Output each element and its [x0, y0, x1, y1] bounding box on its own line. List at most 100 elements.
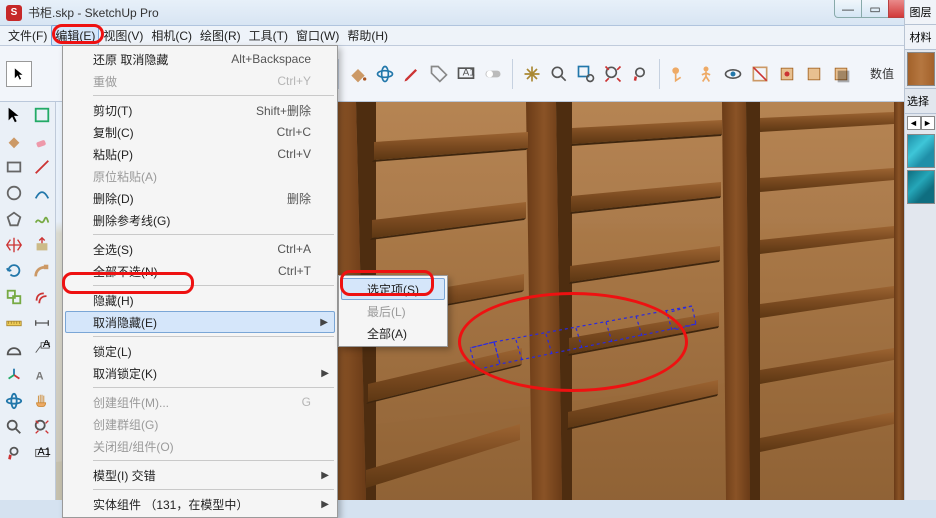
- vcb-label: 数值: [870, 65, 894, 82]
- submenu-arrow-icon: ▶: [320, 317, 328, 328]
- text-box-icon[interactable]: A1: [454, 62, 478, 86]
- submenu-all[interactable]: 全部(A): [341, 322, 445, 344]
- menu-paste[interactable]: 粘贴(P)Ctrl+V: [65, 143, 335, 165]
- previous-icon[interactable]: [628, 62, 652, 86]
- menu-delete[interactable]: 删除(D)删除: [65, 187, 335, 209]
- look-around-icon[interactable]: [721, 62, 745, 86]
- text-icon[interactable]: A1: [28, 336, 56, 362]
- layers-panel-tab[interactable]: 图层: [905, 0, 936, 25]
- menu-copy[interactable]: 复制(C)Ctrl+C: [65, 121, 335, 143]
- line-icon[interactable]: [28, 154, 56, 180]
- svg-text:A1: A1: [463, 67, 476, 78]
- menu-draw[interactable]: 绘图(R): [196, 25, 245, 46]
- move-icon[interactable]: [0, 232, 28, 258]
- freehand-icon[interactable]: [28, 206, 56, 232]
- orbit-icon[interactable]: [373, 62, 397, 86]
- minimize-button[interactable]: —: [834, 0, 862, 18]
- menu-camera[interactable]: 相机(C): [147, 25, 196, 46]
- position-camera-icon[interactable]: [667, 62, 691, 86]
- menu-entity-component[interactable]: 实体组件 （131，在模型中）▶: [65, 493, 335, 515]
- followme-icon[interactable]: [28, 258, 56, 284]
- zoom-window-icon[interactable]: [574, 62, 598, 86]
- material-swatch-wood[interactable]: [907, 52, 935, 86]
- label-icon[interactable]: A1: [28, 440, 56, 466]
- menu-cut[interactable]: 剪切(T)Shift+删除: [65, 99, 335, 121]
- menu-redo[interactable]: 重做Ctrl+Y: [65, 70, 335, 92]
- zoom-extents2-icon[interactable]: [28, 414, 56, 440]
- left-toolbar: A1 A A1: [0, 102, 56, 500]
- nav-fwd-button[interactable]: ►: [921, 116, 935, 130]
- prev-view-icon[interactable]: [0, 440, 28, 466]
- select-section-label: 选择: [905, 88, 936, 114]
- nav-back-button[interactable]: ◄: [907, 116, 921, 130]
- submenu-selected[interactable]: 选定项(S): [341, 278, 445, 300]
- pan2-icon[interactable]: [28, 388, 56, 414]
- menu-make-group[interactable]: 创建群组(G): [65, 413, 335, 435]
- svg-text:A1: A1: [43, 340, 51, 350]
- app-icon: S: [6, 5, 22, 21]
- toggle-icon[interactable]: [481, 62, 505, 86]
- menu-lock[interactable]: 锁定(L): [65, 340, 335, 362]
- menu-select-none[interactable]: 全部不选(N)Ctrl+T: [65, 260, 335, 282]
- pushpull-icon[interactable]: [28, 232, 56, 258]
- pencil-icon[interactable]: [400, 62, 424, 86]
- menu-delete-guides[interactable]: 删除参考线(G): [65, 209, 335, 231]
- rotate-icon[interactable]: [0, 258, 28, 284]
- material-swatch-water2[interactable]: [907, 170, 935, 204]
- menu-help[interactable]: 帮助(H): [343, 25, 392, 46]
- maximize-button[interactable]: ▭: [861, 0, 889, 18]
- window-title: 书柜.skp - SketchUp Pro: [28, 4, 159, 21]
- menu-edit[interactable]: 编辑(E): [51, 25, 99, 46]
- edit-menu-dropdown: 还原 取消隐藏Alt+Backspace 重做Ctrl+Y 剪切(T)Shift…: [62, 45, 338, 518]
- menu-hide[interactable]: 隐藏(H): [65, 289, 335, 311]
- right-panels: 图层 材料 选择 ◄ ►: [904, 0, 936, 500]
- menu-make-component[interactable]: 创建组件(M)...G: [65, 391, 335, 413]
- zoom-extents-icon[interactable]: [601, 62, 625, 86]
- make-component-icon[interactable]: [28, 102, 56, 128]
- protractor-icon[interactable]: [0, 336, 28, 362]
- rectangle-icon[interactable]: [0, 154, 28, 180]
- menu-intersect[interactable]: 模型(I) 交错▶: [65, 464, 335, 486]
- axes-icon[interactable]: [0, 362, 28, 388]
- material-swatch-water1[interactable]: [907, 134, 935, 168]
- menu-tools[interactable]: 工具(T): [245, 25, 292, 46]
- unhide-submenu: 选定项(S) 最后(L) 全部(A): [338, 275, 448, 347]
- menu-file[interactable]: 文件(F): [4, 25, 51, 46]
- materials-panel-tab[interactable]: 材料: [905, 25, 936, 50]
- submenu-last[interactable]: 最后(L): [341, 300, 445, 322]
- walk-icon[interactable]: [694, 62, 718, 86]
- pan-icon[interactable]: [520, 62, 544, 86]
- svg-text:A: A: [36, 371, 44, 383]
- menu-undo[interactable]: 还原 取消隐藏Alt+Backspace: [65, 48, 335, 70]
- 3dtext-icon[interactable]: A: [28, 362, 56, 388]
- dimension-icon[interactable]: [28, 310, 56, 336]
- eraser-icon[interactable]: [28, 128, 56, 154]
- tape-icon[interactable]: [0, 310, 28, 336]
- offset-icon[interactable]: [28, 284, 56, 310]
- shadows-icon[interactable]: [829, 62, 853, 86]
- display-cuts-icon[interactable]: [802, 62, 826, 86]
- section-plane-icon[interactable]: [748, 62, 772, 86]
- menu-paste-in-place[interactable]: 原位粘贴(A): [65, 165, 335, 187]
- menu-unhide[interactable]: 取消隐藏(E)▶: [65, 311, 335, 333]
- menu-view[interactable]: 视图(V): [99, 25, 147, 46]
- paint-icon[interactable]: [0, 128, 28, 154]
- svg-text:A1: A1: [38, 446, 51, 458]
- menu-select-all[interactable]: 全选(S)Ctrl+A: [65, 238, 335, 260]
- arc-icon[interactable]: [28, 180, 56, 206]
- menu-bar: 文件(F) 编辑(E) 视图(V) 相机(C) 绘图(R) 工具(T) 窗口(W…: [0, 26, 936, 46]
- zoom2-icon[interactable]: [0, 414, 28, 440]
- circle-icon[interactable]: [0, 180, 28, 206]
- paint-bucket-icon[interactable]: [346, 62, 370, 86]
- polygon-icon[interactable]: [0, 206, 28, 232]
- menu-unlock[interactable]: 取消锁定(K)▶: [65, 362, 335, 384]
- menu-window[interactable]: 窗口(W): [292, 25, 343, 46]
- zoom-icon[interactable]: [547, 62, 571, 86]
- select-icon[interactable]: [0, 102, 28, 128]
- menu-close-group[interactable]: 关闭组/组件(O): [65, 435, 335, 457]
- scale-icon[interactable]: [0, 284, 28, 310]
- tag-icon[interactable]: [427, 62, 451, 86]
- display-section-icon[interactable]: [775, 62, 799, 86]
- select-tool-button[interactable]: [6, 61, 32, 87]
- orbit2-icon[interactable]: [0, 388, 28, 414]
